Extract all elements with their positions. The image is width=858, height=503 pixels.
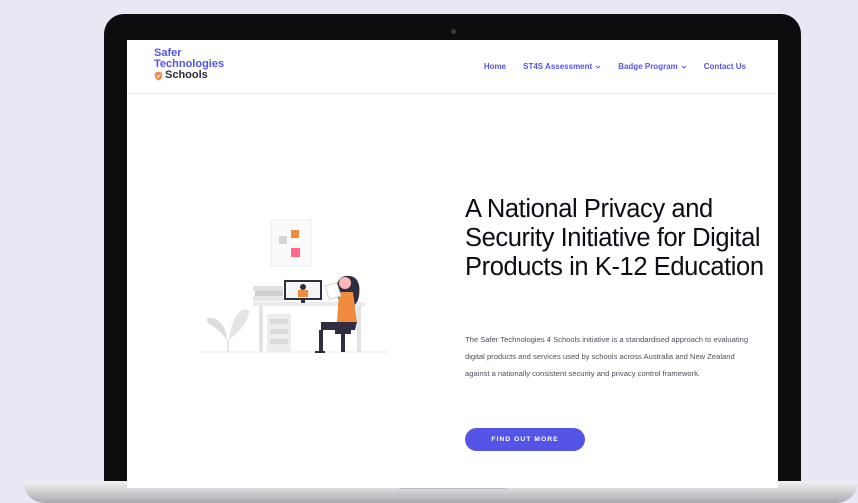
chevron-down-icon (595, 65, 601, 69)
find-out-more-button[interactable]: FIND OUT MORE (465, 428, 585, 451)
nav-item-home[interactable]: Home (484, 62, 506, 71)
nav-item-label: Contact Us (703, 62, 746, 71)
nav-item-label: ST4S Assessment (523, 62, 593, 71)
main-nav: Home ST4S Assessment Badge Program Conta… (484, 62, 746, 71)
logo-line-schools: Schools (154, 70, 224, 81)
person-at-desk-illustration (201, 219, 389, 353)
nav-item-label: Home (483, 62, 507, 71)
site-logo[interactable]: Safer Technologies Schools (154, 48, 224, 81)
webcam-icon (451, 29, 456, 34)
nav-item-badge-program[interactable]: Badge Program (618, 62, 687, 71)
nav-item-label: Badge Program (618, 62, 678, 71)
nav-item-st4s-assessment[interactable]: ST4S Assessment (523, 62, 601, 71)
nav-item-contact-us[interactable]: Contact Us (704, 62, 746, 71)
chevron-down-icon (681, 65, 687, 69)
hero-description: The Safer Technologies 4 Schools initiat… (465, 335, 749, 378)
laptop-screen: Safer Technologies Schools Home ST4S Ass… (127, 40, 778, 488)
hero-title: A National Privacy and Security Initiati… (465, 195, 764, 281)
site-header: Safer Technologies Schools Home ST4S Ass… (127, 40, 778, 94)
logo-text-schools: Schools (165, 69, 208, 81)
shield-icon (154, 71, 163, 80)
